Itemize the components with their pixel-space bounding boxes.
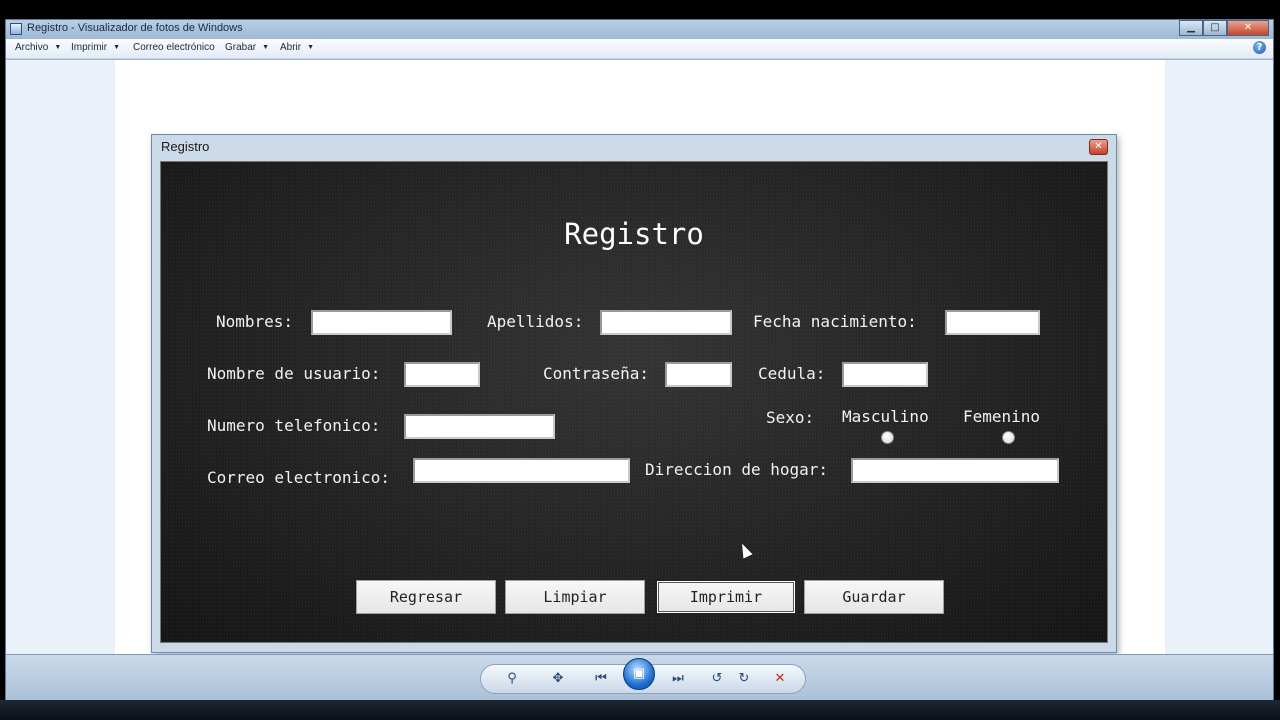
label-femenino: Femenino (963, 407, 1041, 426)
menu-imprimir[interactable]: Imprimir ▼ (71, 42, 120, 53)
registro-form: Registro Nombres: Apellidos: Fecha nacim… (160, 161, 1108, 643)
chevron-down-icon: ▼ (54, 44, 62, 51)
guardar-button[interactable]: Guardar (804, 580, 944, 614)
apellidos-field[interactable] (600, 310, 732, 335)
taskbar (0, 700, 1280, 720)
contrasena-field[interactable] (665, 362, 732, 387)
screen: Registro - Visualizador de fotos de Wind… (0, 0, 1280, 720)
menu-bar: Archivo ▼ Imprimir ▼ Correo electrónico Gr… (6, 39, 1273, 59)
close-icon[interactable]: ✕ (1089, 139, 1108, 155)
chevron-down-icon: ▼ (113, 44, 121, 51)
numero-telefonico-field[interactable] (404, 414, 555, 439)
zoom-icon[interactable]: ⚲ (502, 672, 522, 686)
next-icon[interactable]: ⏭ (668, 672, 688, 686)
app-icon (10, 23, 22, 35)
form-heading: Registro (564, 217, 704, 251)
mouse-cursor-icon (737, 541, 753, 559)
masculino-radio[interactable] (881, 431, 894, 444)
label-nombres: Nombres: (216, 312, 294, 331)
registro-window-title: Registro (161, 139, 210, 154)
chevron-down-icon: ▼ (307, 44, 315, 51)
maximize-button[interactable]: □ (1203, 20, 1227, 36)
label-contrasena: Contraseña: (543, 364, 649, 383)
label-cedula: Cedula: (758, 364, 826, 383)
label-numero-telefonico: Numero telefonico: (207, 416, 381, 435)
rotate-right-icon[interactable]: ↻ (734, 672, 754, 686)
menu-abrir[interactable]: Abrir ▼ (280, 42, 314, 53)
previous-icon[interactable]: ⏮ (591, 672, 611, 686)
label-masculino: Masculino (842, 407, 929, 426)
help-icon[interactable]: ? (1253, 41, 1266, 54)
regresar-button[interactable]: Regresar (356, 580, 496, 614)
photo-viewer-window: Registro - Visualizador de fotos de Wind… (5, 19, 1274, 720)
chevron-down-icon: ▼ (262, 44, 270, 51)
cedula-field[interactable] (842, 362, 928, 387)
fecha-nacimiento-field[interactable] (945, 310, 1040, 335)
registro-window: Registro ✕ Registro Nombres: Apellidos: … (151, 134, 1117, 653)
label-direccion-hogar: Direccion de hogar: (645, 460, 829, 479)
femenino-radio[interactable] (1002, 431, 1015, 444)
nombre-usuario-field[interactable] (404, 362, 480, 387)
label-correo-electronico: Correo electronico: (207, 468, 391, 487)
label-apellidos: Apellidos: (487, 312, 584, 331)
fit-icon[interactable]: ✥ (548, 672, 568, 686)
label-fecha-nacimiento: Fecha nacimiento: (753, 312, 917, 331)
menu-archivo[interactable]: Archivo ▼ (15, 42, 61, 53)
nombres-field[interactable] (311, 310, 452, 335)
menu-correo-electronico[interactable]: Correo electrónico (133, 42, 215, 53)
direccion-hogar-field[interactable] (851, 458, 1059, 483)
minimize-button[interactable]: ▁ (1179, 20, 1203, 36)
menu-grabar[interactable]: Grabar ▼ (225, 42, 269, 53)
limpiar-button[interactable]: Limpiar (505, 580, 645, 614)
viewer-title-bar[interactable]: Registro - Visualizador de fotos de Wind… (6, 20, 1273, 39)
window-controls: ▁ □ ✕ (1179, 20, 1269, 37)
close-button[interactable]: ✕ (1227, 20, 1269, 36)
slideshow-icon[interactable]: ▣ (623, 658, 655, 690)
viewer-title: Registro - Visualizador de fotos de Wind… (27, 22, 243, 34)
label-sexo: Sexo: (766, 408, 815, 427)
imprimir-button[interactable]: Imprimir (656, 580, 796, 614)
image-canvas: Registro ✕ Registro Nombres: Apellidos: … (6, 60, 1273, 654)
rotate-left-icon[interactable]: ↺ (707, 672, 727, 686)
correo-electronico-field[interactable] (413, 458, 630, 483)
delete-icon[interactable]: ✕ (770, 672, 790, 686)
label-nombre-usuario: Nombre de usuario: (207, 364, 381, 383)
